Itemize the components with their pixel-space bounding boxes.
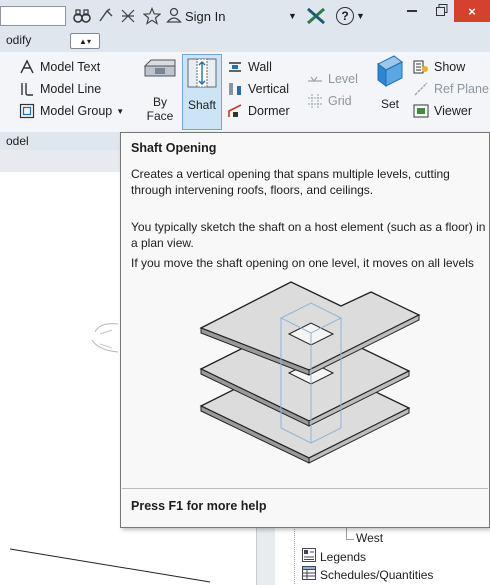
ref-plane-icon	[412, 80, 430, 98]
viewer-button[interactable]: Viewer	[412, 100, 489, 122]
sign-in-label: Sign In	[185, 8, 226, 24]
close-icon: ×	[468, 3, 476, 19]
by-face-icon	[143, 54, 177, 91]
help-button[interactable]: ? ▼	[336, 5, 365, 27]
viewer-label: Viewer	[434, 104, 472, 118]
sign-in-button[interactable]: Sign In	[166, 6, 225, 26]
exchange-apps-icon[interactable]	[306, 6, 326, 26]
tree-item-schedules[interactable]: Schedules/Quantities	[302, 566, 433, 583]
shaft-illustration	[199, 281, 421, 464]
work-plane-icon	[374, 54, 406, 91]
tooltip-paragraph-move: If you move the shaft opening on one lev…	[131, 256, 474, 270]
model-group-button[interactable]: Model Group ▼	[18, 100, 124, 122]
vertical-label: Vertical	[248, 82, 289, 96]
model-text-icon	[18, 58, 36, 76]
tooltip-paragraph-host: You typically sketch the shaft on a host…	[131, 220, 486, 250]
by-label: By	[152, 95, 167, 109]
grid-label: Grid	[328, 94, 352, 108]
tree-item-west[interactable]: West	[356, 531, 383, 545]
viewer-icon	[412, 102, 430, 120]
model-text-button[interactable]: Model Text	[18, 56, 124, 78]
wall-label: Wall	[248, 60, 272, 74]
show-label: Show	[434, 60, 466, 74]
communication-icon[interactable]	[118, 6, 138, 26]
binoculars-icon[interactable]	[72, 6, 92, 26]
grid-button[interactable]: Grid	[306, 90, 358, 112]
help-icon: ?	[336, 7, 354, 25]
tab-modify[interactable]: odify	[6, 33, 31, 47]
project-browser: West Legends Schedules/Quantities	[288, 522, 490, 585]
wall-opening-button[interactable]: Wall	[226, 56, 290, 78]
sign-in-dropdown-icon[interactable]: ▼	[288, 6, 300, 26]
favorites-star-icon[interactable]	[142, 6, 162, 26]
tooltip-description: Creates a vertical opening that spans mu…	[131, 167, 450, 197]
level-button[interactable]: Level	[306, 68, 358, 90]
set-work-plane-button[interactable]: Set	[370, 54, 410, 111]
tooltip-title: Shaft Opening	[131, 141, 217, 155]
tree-item-label: Legends	[320, 549, 367, 564]
tree-connector	[346, 539, 354, 540]
tree-item-label: West	[356, 531, 384, 545]
dormer-opening-button[interactable]: Dormer	[226, 100, 290, 122]
title-bar: Sign In ▼ ? ▼ ×	[0, 0, 490, 31]
schedules-icon	[302, 566, 316, 583]
legends-icon	[302, 548, 316, 565]
show-icon	[412, 58, 430, 76]
model-line-button[interactable]: Model Line	[18, 78, 124, 100]
tree-item-label: Schedules/Quantities	[320, 567, 434, 582]
dormer-icon	[226, 102, 244, 120]
shaft-opening-button[interactable]: Shaft	[182, 54, 222, 130]
user-icon	[166, 7, 182, 26]
view-tab-strip	[0, 150, 120, 172]
ribbon-tab-bar: odify ▲▾	[0, 30, 490, 52]
shaft-label: Shaft	[187, 98, 217, 112]
show-work-plane-button[interactable]: Show	[412, 56, 489, 78]
model-line-icon	[18, 80, 36, 98]
vertical-opening-button[interactable]: Vertical	[226, 78, 290, 100]
dormer-label: Dormer	[248, 104, 290, 118]
model-group-dropdown-icon: ▼	[116, 106, 125, 116]
tooltip-help-hint: Press F1 for more help	[131, 499, 267, 513]
model-line-label: Model Line	[40, 82, 102, 96]
wall-opening-icon	[226, 58, 244, 76]
minimize-icon	[407, 10, 417, 12]
model-group-icon	[18, 102, 36, 120]
model-text-label: Model Text	[40, 60, 101, 74]
help-dropdown-icon: ▼	[356, 11, 365, 21]
level-icon	[306, 70, 324, 88]
toggle-caret-icon: ▲▾	[79, 36, 91, 46]
subscription-icon[interactable]	[96, 6, 116, 26]
restore-button[interactable]	[430, 0, 454, 22]
tree-connector	[294, 522, 296, 584]
set-label: Set	[380, 97, 399, 111]
model-panel-label: odel	[6, 134, 29, 148]
face-label: Face	[146, 109, 174, 123]
canvas-scrollbar[interactable]	[256, 528, 275, 585]
shaft-opening-tooltip: Shaft Opening Creates a vertical opening…	[120, 132, 490, 528]
view-cube-fragment	[91, 323, 119, 353]
tooltip-divider	[122, 488, 488, 489]
ref-plane-button[interactable]: Ref Plane	[412, 78, 489, 100]
panel-toggle-button[interactable]: ▲▾	[70, 33, 100, 49]
ribbon: Model Text Model Line Model Group ▼ By F…	[0, 52, 490, 133]
minimize-button[interactable]	[394, 0, 430, 22]
opening-by-face-button[interactable]: By Face	[140, 54, 180, 123]
close-button[interactable]: ×	[454, 0, 490, 22]
shaft-icon	[186, 57, 218, 92]
level-label: Level	[328, 72, 358, 86]
search-input[interactable]	[0, 6, 66, 26]
tree-item-legends[interactable]: Legends	[302, 548, 366, 565]
restore-icon	[436, 3, 448, 19]
grid-icon	[306, 92, 324, 110]
model-group-label: Model Group	[40, 104, 113, 118]
vertical-opening-icon	[226, 80, 244, 98]
ref-plane-label: Ref Plane	[434, 82, 489, 96]
model-edge-line	[9, 548, 211, 583]
